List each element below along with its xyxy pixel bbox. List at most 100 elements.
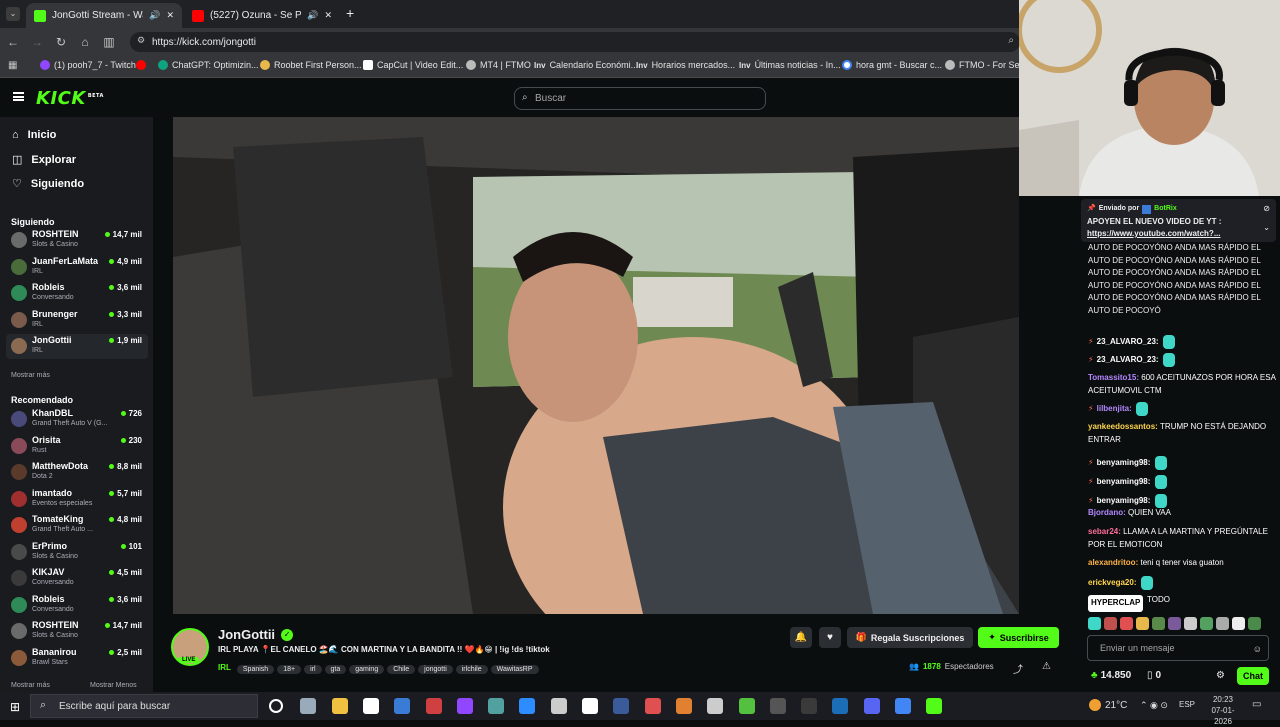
bookmark[interactable]: Inv Calendario Económi...	[534, 60, 638, 70]
sidebar-channel[interactable]: TomateKing Grand Theft Auto ... 4,8 mil	[6, 513, 148, 538]
emoji-icon[interactable]: ☺	[1253, 643, 1262, 656]
notifications-icon[interactable]: ▭	[1252, 699, 1261, 710]
bookmark[interactable]: MT4 | FTMO	[466, 60, 531, 70]
forward-icon[interactable]: →	[26, 31, 48, 53]
emote-icon[interactable]	[1088, 617, 1101, 630]
emote-icon[interactable]	[1200, 617, 1213, 630]
tag-chip[interactable]: irlchile	[455, 665, 488, 674]
chat-username[interactable]: benyaming98	[1097, 477, 1148, 486]
emote-icon[interactable]	[1184, 617, 1197, 630]
chat-username[interactable]: yankeedossantos	[1088, 422, 1155, 431]
taskbar-app-icon[interactable]	[550, 698, 567, 714]
nav-explorar[interactable]: ◫ Explorar	[12, 153, 76, 167]
emote-icon[interactable]	[1248, 617, 1261, 630]
chat-username[interactable]: Tomassito15	[1088, 373, 1136, 382]
nav-siguiendo[interactable]: ♡ Siguiendo	[12, 177, 84, 191]
taskbar-app-icon[interactable]	[425, 698, 442, 714]
tab-search-icon[interactable]: ⌄	[6, 7, 20, 21]
bookmark[interactable]: FTMO - For Serio	[945, 60, 1030, 70]
close-tab-icon[interactable]: ✕	[166, 10, 174, 21]
tab-youtube[interactable]: (5227) Ozuna - Se Preparó 🔊 ✕	[184, 3, 340, 28]
tag-chip[interactable]: Spanish	[236, 665, 275, 674]
bookmark[interactable]: Inv Últimas noticias - In...	[739, 60, 841, 70]
chat-input[interactable]: Enviar un mensaje ☺	[1087, 635, 1269, 661]
chat-username[interactable]: benyaming98	[1097, 496, 1148, 505]
chat-username[interactable]: alexandritoo	[1088, 558, 1136, 567]
sidebar-channel[interactable]: Orisita Rust 230	[6, 434, 148, 459]
chat-settings-icon[interactable]: ⚙	[1216, 670, 1225, 683]
tag-chip[interactable]: irl	[304, 665, 322, 674]
tab-kick[interactable]: JonGotti Stream - Watch L 🔊 ✕	[26, 3, 182, 28]
taskbar-app-icon[interactable]	[519, 698, 536, 714]
follow-heart-button[interactable]: ♥	[819, 627, 841, 648]
channel-name[interactable]: JonGottii	[218, 627, 275, 642]
show-more-following[interactable]: Mostrar más	[11, 372, 50, 379]
bookmark[interactable]: hora gmt - Buscar c...	[842, 60, 942, 70]
chat-username[interactable]: 23_ALVARO_23	[1097, 355, 1156, 364]
taskbar-app-icon[interactable]	[895, 698, 911, 714]
bookmark[interactable]: ChatGPT: Optimizin...	[158, 60, 259, 70]
chat-username[interactable]: erickvega20	[1088, 578, 1134, 587]
url-field[interactable]: ⚙ https://kick.com/jongotti ⌕	[130, 32, 1020, 52]
bookmark[interactable]: Inv Horarios mercados...	[636, 60, 735, 70]
taskbar-app-icon[interactable]	[738, 698, 755, 714]
bookmark[interactable]: Roobet First Person...	[260, 60, 362, 70]
chat-send-button[interactable]: Chat	[1237, 667, 1269, 685]
tag-chip[interactable]: jongotti	[418, 665, 453, 674]
language-indicator[interactable]: ESP	[1179, 700, 1195, 709]
sidebar-channel[interactable]: Robleis Conversando 3,6 mil	[6, 281, 148, 306]
sidebar-channel[interactable]: MatthewDota Dota 2 8,8 mil	[6, 460, 148, 485]
share-icon[interactable]: ⤴	[1013, 661, 1023, 676]
chat-username[interactable]: lilbenjita	[1097, 404, 1129, 413]
taskbar-app-icon[interactable]	[801, 698, 818, 714]
taskbar-app-icon[interactable]	[582, 698, 598, 714]
pinned-link[interactable]: https://www.youtube.com/watch?...	[1087, 228, 1220, 241]
tray-icons[interactable]: ⌃ ◉ ⊙	[1140, 700, 1168, 711]
site-info-icon[interactable]: ⚙	[137, 35, 145, 46]
speaker-icon[interactable]: 🔊	[307, 10, 318, 21]
new-tab-button[interactable]: +	[346, 5, 354, 21]
chat-username[interactable]: sebar24	[1088, 527, 1118, 536]
taskbar-app-icon[interactable]	[362, 698, 379, 714]
sidebar-channel[interactable]: KhanDBL Grand Theft Auto V (G... 726	[6, 407, 148, 432]
tag-chip[interactable]: gaming	[349, 665, 385, 674]
sidebar-channel[interactable]: imantado Eventos especiales 5,7 mil	[6, 487, 148, 512]
show-less-recommended[interactable]: Mostrar Menos	[90, 682, 137, 689]
tag-chip[interactable]: gta	[324, 665, 347, 674]
category-link[interactable]: IRL	[218, 663, 231, 672]
sidebar-channel[interactable]: JonGottii IRL 1,9 mil	[6, 334, 148, 359]
chat-username[interactable]: 23_ALVARO_23	[1097, 337, 1156, 346]
taskbar-app-icon[interactable]	[331, 698, 348, 714]
report-icon[interactable]: ⚠	[1042, 661, 1051, 672]
sidebar-channel[interactable]: JuanFerLaMata IRL 4,9 mil	[6, 255, 148, 280]
zoom-icon[interactable]: ⌕	[1008, 35, 1014, 46]
taskbar-app-icon[interactable]	[456, 698, 473, 714]
taskbar-app-icon[interactable]	[300, 698, 317, 714]
emote-icon[interactable]	[1136, 617, 1149, 630]
taskbar-app-icon[interactable]	[644, 698, 661, 714]
tag-chip[interactable]: 18+	[277, 665, 302, 674]
emote-icon[interactable]	[1232, 617, 1245, 630]
back-icon[interactable]: ←	[2, 31, 24, 53]
gift-subs-button[interactable]: 🎁 Regala Suscripciones	[847, 627, 973, 648]
subscribe-button[interactable]: ✦ Suscribirse	[978, 627, 1059, 648]
sidepanel-icon[interactable]: ▥	[98, 31, 120, 53]
chevron-down-icon[interactable]: ⌄	[1263, 222, 1270, 235]
taskbar-app-icon[interactable]	[863, 698, 880, 714]
taskbar-app-icon[interactable]	[488, 698, 505, 714]
taskbar-search[interactable]: ⌕ Escribe aquí para buscar	[30, 694, 258, 718]
unpin-icon[interactable]: ⊘	[1263, 203, 1270, 216]
taskbar-app-icon[interactable]	[707, 698, 724, 714]
emote-icon[interactable]	[1168, 617, 1181, 630]
apps-grid-icon[interactable]: ▦	[8, 60, 17, 71]
emote-icon[interactable]	[1120, 617, 1133, 630]
taskbar-app-icon[interactable]	[675, 698, 692, 714]
search-input[interactable]: ⌕ Buscar	[514, 87, 766, 110]
home-icon[interactable]: ⌂	[74, 31, 96, 53]
taskbar-app-icon[interactable]	[832, 698, 849, 714]
menu-icon[interactable]	[13, 92, 24, 101]
bookmark[interactable]: CapCut | Video Edit...	[363, 60, 463, 70]
tag-chip[interactable]: Chile	[387, 665, 416, 674]
close-tab-icon[interactable]: ✕	[324, 10, 332, 21]
sidebar-channel[interactable]: Brunenger IRL 3,3 mil	[6, 308, 148, 333]
